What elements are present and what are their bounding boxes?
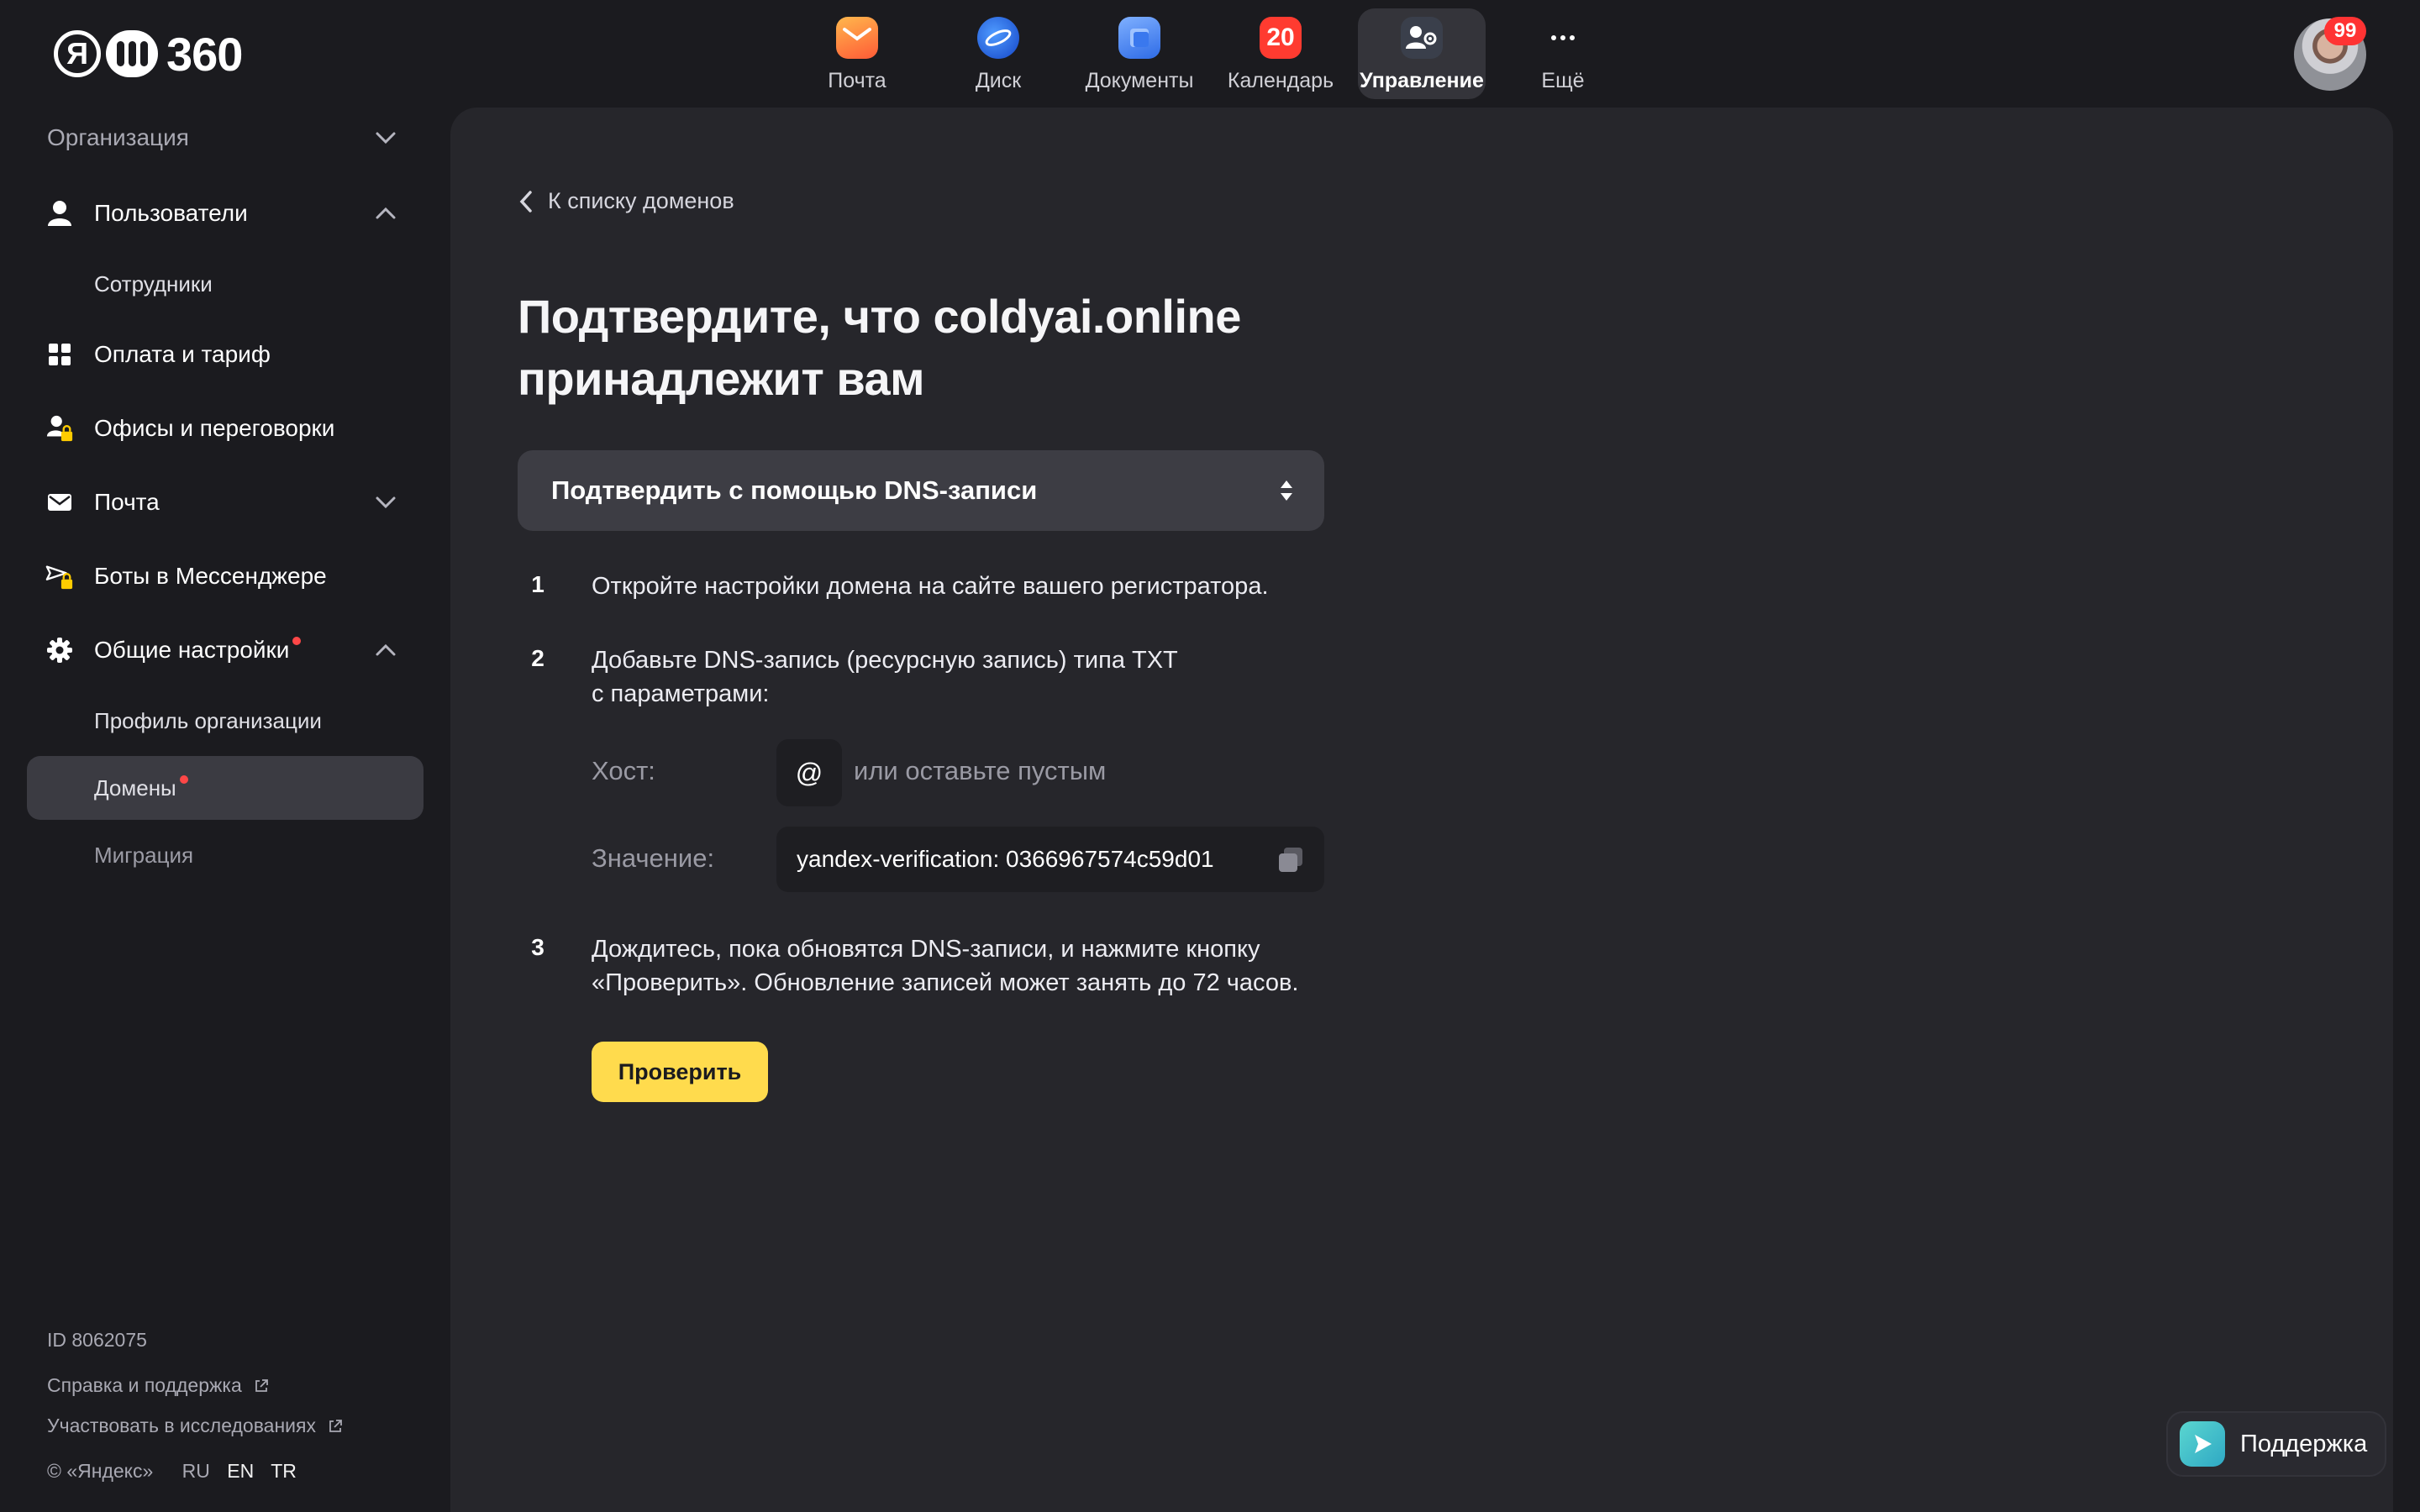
chevron-left-icon xyxy=(519,190,532,213)
notification-dot xyxy=(292,637,302,645)
footer-copyright-row: © «Яндекс» RU EN TR xyxy=(47,1460,308,1483)
sidebar-item-label: Общие настройки xyxy=(94,637,302,664)
copyright: © «Яндекс» xyxy=(47,1460,154,1482)
grid-icon xyxy=(45,340,74,369)
sidebar-org-label: Организация xyxy=(47,124,189,150)
sidebar-item-domains[interactable]: Домены xyxy=(27,756,424,820)
research-link[interactable]: Участвовать в исследованиях xyxy=(47,1415,343,1437)
sidebar-item-general-settings[interactable]: Общие настройки xyxy=(27,618,424,682)
language-switcher: RU EN TR xyxy=(182,1460,308,1482)
app-more-label: Ещё xyxy=(1541,69,1585,92)
page-title: Подтвердите, что coldyai.online принадле… xyxy=(518,290,1241,405)
chevron-up-icon xyxy=(376,643,396,656)
select-arrows-icon xyxy=(1281,480,1292,501)
copy-icon[interactable] xyxy=(1276,845,1306,875)
calendar-icon: 20 xyxy=(1260,17,1302,59)
sidebar-organization-switcher[interactable]: Организация xyxy=(27,106,424,170)
support-icon xyxy=(2180,1421,2225,1467)
verification-method-select[interactable]: Подтвердить с помощью DNS-записи xyxy=(518,450,1324,531)
sidebar-item-label: Почта xyxy=(94,489,160,515)
documents-icon xyxy=(1118,17,1160,59)
app-mail[interactable]: Почта xyxy=(793,8,921,99)
app-documents-label: Документы xyxy=(1085,69,1194,92)
step-2-text: Добавьте DNS-запись (ресурсную запись) т… xyxy=(592,647,1178,707)
chevron-down-icon xyxy=(376,496,396,509)
more-icon xyxy=(1542,17,1584,59)
mail-icon xyxy=(836,17,878,59)
back-to-domains-link[interactable]: К списку доменов xyxy=(518,188,734,214)
sidebar-item-users[interactable]: Пользователи xyxy=(27,181,424,245)
sidebar-item-migration[interactable]: Миграция xyxy=(27,823,424,887)
sidebar-item-mail[interactable]: Почта xyxy=(27,470,424,534)
app-calendar[interactable]: 20 Календарь xyxy=(1217,8,1344,99)
check-button[interactable]: Проверить xyxy=(592,1042,768,1102)
user-icon xyxy=(45,199,74,228)
sidebar-item-label: Боты в Мессенджере xyxy=(94,563,327,589)
envelope-icon xyxy=(45,488,74,517)
app-admin[interactable]: Управление xyxy=(1358,8,1486,99)
app-documents[interactable]: Документы xyxy=(1076,8,1203,99)
select-value: Подтвердить с помощью DNS-записи xyxy=(551,475,1038,505)
chevron-down-icon xyxy=(376,132,396,144)
sidebar-item-label: Миграция xyxy=(94,842,194,868)
sidebar-item-label: Домены xyxy=(94,774,188,801)
value-label: Значение: xyxy=(592,843,715,873)
external-link-icon xyxy=(329,1420,343,1432)
step-number: 3 xyxy=(531,934,544,960)
step-3-text: Дождитесь, пока обновятся DNS-записи, и … xyxy=(592,936,1299,996)
gear-icon xyxy=(45,636,74,664)
logo-text: 360 xyxy=(166,27,243,81)
sidebar-item-offices[interactable]: Офисы и переговорки xyxy=(27,396,424,460)
office-lock-icon xyxy=(45,414,74,443)
sidebar-item-employees[interactable]: Сотрудники xyxy=(27,252,424,316)
sidebar-item-org-profile[interactable]: Профиль организации xyxy=(27,689,424,753)
step-number: 1 xyxy=(531,571,544,597)
app-admin-label: Управление xyxy=(1360,69,1484,92)
lang-tr[interactable]: TR xyxy=(271,1460,297,1482)
txt-record-value[interactable]: yandex-verification: 0366967574c59d01 xyxy=(776,827,1324,892)
step-number: 2 xyxy=(531,645,544,671)
app-mail-label: Почта xyxy=(828,69,886,92)
notification-dot xyxy=(179,774,188,784)
logo-messenger-mark xyxy=(106,30,158,77)
chevron-up-icon xyxy=(376,207,396,219)
sidebar-item-label: Оплата и тариф xyxy=(94,341,271,367)
support-button[interactable]: Поддержка xyxy=(2166,1411,2386,1477)
sidebar-item-billing[interactable]: Оплата и тариф xyxy=(27,323,424,386)
sidebar-item-label: Профиль организации xyxy=(94,707,322,733)
host-hint: или оставьте пустым xyxy=(854,756,1107,785)
app-disk-label: Диск xyxy=(975,69,1022,92)
sidebar-item-label: Офисы и переговорки xyxy=(94,415,335,441)
yandex-360-logo[interactable]: Я 360 xyxy=(54,25,243,82)
lang-en[interactable]: EN xyxy=(227,1460,254,1482)
step-1-text: Откройте настройки домена на сайте вашег… xyxy=(592,573,1269,600)
calendar-date: 20 xyxy=(1266,24,1295,51)
app-disk[interactable]: Диск xyxy=(934,8,1062,99)
disk-icon xyxy=(977,17,1019,59)
admin-icon xyxy=(1401,17,1443,59)
org-id: ID 8062075 xyxy=(47,1329,147,1351)
lang-ru[interactable]: RU xyxy=(182,1460,210,1482)
notification-badge: 99 xyxy=(2324,17,2366,45)
logo-ya-mark: Я xyxy=(54,30,101,77)
sidebar-item-label: Сотрудники xyxy=(94,270,213,297)
sidebar-item-label: Пользователи xyxy=(94,200,248,226)
bot-lock-icon xyxy=(45,562,74,591)
host-value[interactable]: @ xyxy=(776,739,842,806)
sidebar-item-bots[interactable]: Боты в Мессенджере xyxy=(27,544,424,608)
help-link[interactable]: Справка и поддержка xyxy=(47,1374,269,1397)
app-calendar-label: Календарь xyxy=(1227,69,1334,92)
external-link-icon xyxy=(255,1379,269,1392)
app-more[interactable]: Ещё xyxy=(1499,8,1627,99)
host-label: Хост: xyxy=(592,756,655,785)
